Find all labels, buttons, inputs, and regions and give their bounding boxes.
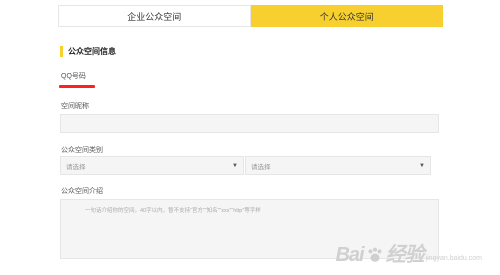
- category-label: 公众空间类别: [61, 147, 103, 154]
- watermark-brand-right: 经验: [385, 244, 425, 266]
- category-select-secondary[interactable]: 请选择 ▼: [245, 156, 431, 175]
- section-header: 公众空间信息: [60, 45, 116, 57]
- category-select-primary[interactable]: 请选择 ▼: [60, 156, 244, 175]
- space-type-tabs: 企业公众空间 个人公众空间: [58, 5, 443, 27]
- tab-personal-space[interactable]: 个人公众空间: [250, 5, 443, 27]
- caret-down-icon: ▼: [419, 162, 425, 169]
- paw-icon: [368, 247, 382, 262]
- intro-placeholder: 一句话介绍你的空间。40字以内，暂不支持“官方”“知名”“xxx”“http”等…: [85, 208, 261, 214]
- category-select-secondary-value: 请选择: [251, 163, 271, 171]
- red-underline-mark: [59, 85, 95, 88]
- space-name-input[interactable]: [60, 114, 439, 133]
- tab-enterprise-space[interactable]: 企业公众空间: [58, 5, 251, 27]
- category-select-primary-value: 请选择: [66, 163, 86, 171]
- watermark-brand-left: Bai: [335, 244, 364, 266]
- qq-number-label: QQ号码: [61, 73, 86, 80]
- space-name-label: 空间昵称: [61, 103, 89, 110]
- baidu-jingyan-watermark: Bai 经验 jingyan.baidu.com: [335, 238, 482, 267]
- section-accent-bar: [60, 45, 63, 57]
- watermark-url: jingyan.baidu.com: [425, 255, 482, 262]
- intro-label: 公众空间介绍: [61, 188, 103, 195]
- section-title: 公众空间信息: [68, 46, 116, 56]
- caret-down-icon: ▼: [232, 162, 238, 169]
